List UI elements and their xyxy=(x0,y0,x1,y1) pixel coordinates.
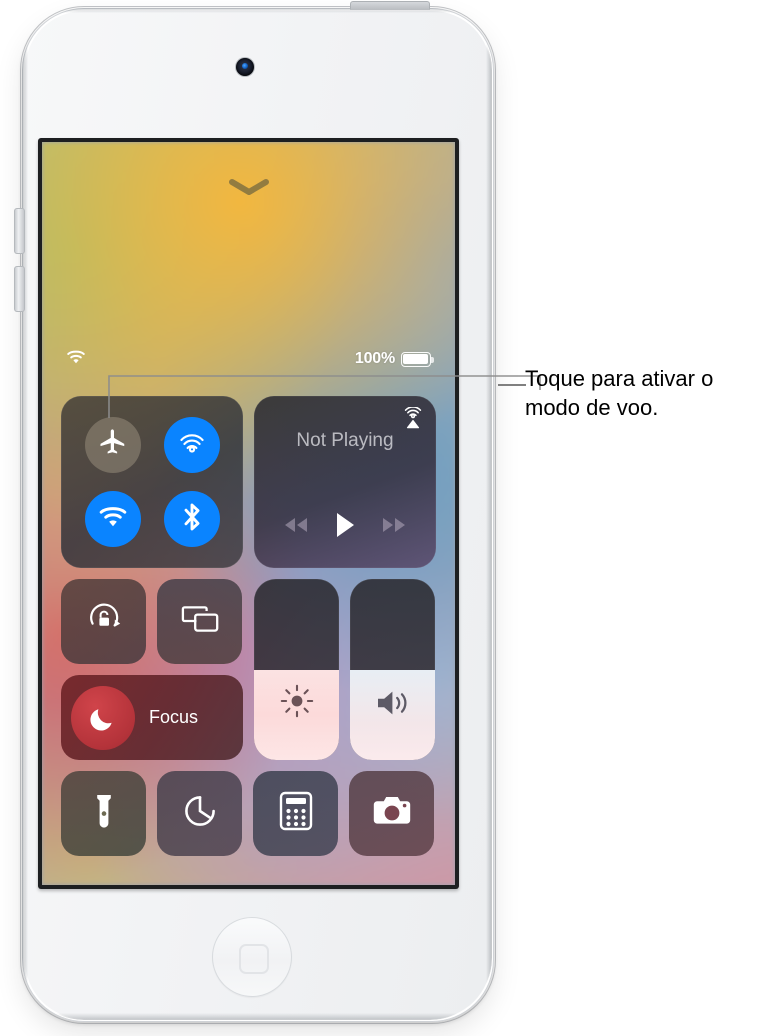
battery-full-icon xyxy=(401,351,434,367)
volume-slider[interactable] xyxy=(350,579,435,760)
device-screen: 100% Not Playing Focus xyxy=(42,142,455,885)
airdrop-button[interactable] xyxy=(163,417,220,473)
home-square-icon xyxy=(239,944,269,974)
status-bar: 100% xyxy=(42,347,455,371)
screen-mirroring-icon xyxy=(179,602,221,641)
airdrop-icon xyxy=(176,427,208,464)
volume-up-button[interactable] xyxy=(14,208,25,254)
volume-icon xyxy=(350,686,435,720)
wifi-button[interactable] xyxy=(84,491,141,547)
volume-down-button[interactable] xyxy=(14,266,25,312)
battery-percent-label: 100% xyxy=(354,350,395,367)
media-tile[interactable]: Not Playing xyxy=(254,396,436,568)
camera-icon xyxy=(371,794,413,833)
calculator-button[interactable] xyxy=(253,771,338,856)
camera-button[interactable] xyxy=(349,771,434,856)
wifi-icon xyxy=(98,505,128,533)
battery-indicator: 100% xyxy=(354,350,434,368)
cc-left-block: Focus xyxy=(61,579,243,760)
media-title: Not Playing xyxy=(296,430,394,451)
timer-icon xyxy=(180,791,220,836)
wifi-icon xyxy=(66,349,86,369)
focus-button[interactable]: Focus xyxy=(61,675,243,760)
airplane-icon xyxy=(98,428,128,463)
callout-text: Toque para ativar o modo de voo. xyxy=(525,366,714,420)
rotation-lock-button[interactable] xyxy=(61,579,146,664)
battery-fill xyxy=(403,353,429,365)
bluetooth-icon xyxy=(179,501,205,538)
fast-forward-icon[interactable] xyxy=(380,516,408,539)
chevron-down-icon[interactable] xyxy=(228,178,270,201)
power-button[interactable] xyxy=(350,1,430,10)
home-button[interactable] xyxy=(212,917,292,997)
callout-dash xyxy=(498,384,526,386)
cc-row-3 xyxy=(61,771,436,856)
flashlight-icon xyxy=(85,791,123,836)
bluetooth-button[interactable] xyxy=(163,491,220,547)
front-camera-icon xyxy=(236,58,254,76)
brightness-icon xyxy=(254,682,339,720)
cc-row-1: Not Playing xyxy=(61,396,436,568)
screen-mirroring-button[interactable] xyxy=(157,579,242,664)
play-icon[interactable] xyxy=(333,511,357,544)
connectivity-tile xyxy=(61,396,243,568)
cc-left-top-row xyxy=(61,579,243,664)
battery-tip xyxy=(431,357,434,363)
moon-icon xyxy=(71,685,135,750)
timer-button[interactable] xyxy=(157,771,242,856)
brightness-slider[interactable] xyxy=(254,579,339,760)
focus-label: Focus xyxy=(149,707,199,727)
cc-row-2: Focus xyxy=(61,579,436,760)
media-controls xyxy=(254,511,436,544)
airplane-mode-button[interactable] xyxy=(84,417,141,473)
rewind-icon[interactable] xyxy=(282,516,310,539)
flashlight-button[interactable] xyxy=(61,771,146,856)
rotation-lock-icon xyxy=(84,599,124,644)
control-center: Not Playing Focus xyxy=(61,396,436,867)
calculator-icon xyxy=(279,791,313,836)
